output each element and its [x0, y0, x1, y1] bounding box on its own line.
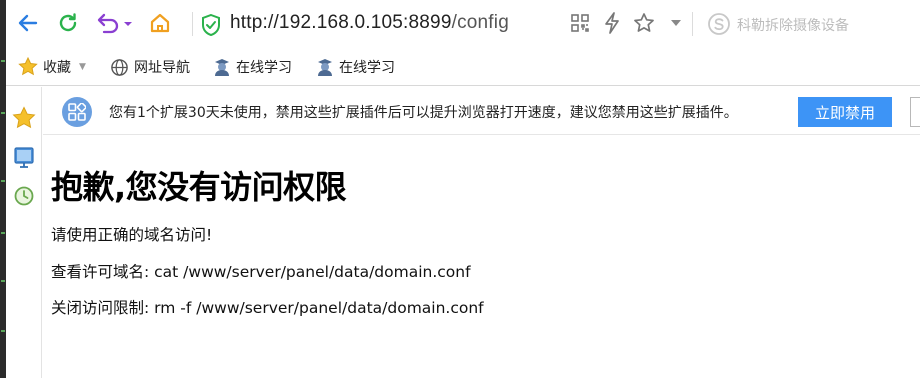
side-panel — [6, 87, 42, 378]
chevron-down-icon[interactable] — [662, 9, 690, 37]
reload-icon[interactable] — [54, 9, 82, 37]
bookmark-item[interactable]: 在线学习 — [213, 56, 292, 78]
undo-icon[interactable] — [94, 9, 134, 37]
page-title: 抱歉,您没有访问权限 — [51, 168, 347, 206]
qr-code-icon[interactable] — [566, 9, 594, 37]
url-text[interactable]: http://192.168.0.105:8899/config — [230, 12, 509, 34]
bookmark-label: 在线学习 — [339, 60, 395, 76]
favorites-menu[interactable]: 收藏 ▼ — [18, 56, 86, 78]
student-avatar-icon — [318, 59, 332, 76]
toolbar-divider — [692, 12, 693, 36]
history-clock-icon[interactable] — [11, 183, 37, 209]
lightning-icon[interactable] — [598, 9, 626, 37]
bookmark-item[interactable]: 网址导航 — [110, 56, 190, 78]
favorites-label: 收藏 — [43, 60, 71, 76]
search-input[interactable]: 科勒拆除摄像设备 — [701, 10, 920, 38]
bookmarks-bar: 收藏 ▼ 网址导航 在线学习 在线学习 — [6, 48, 920, 86]
message-line: 请使用正确的域名访问! — [51, 226, 213, 244]
toolbar-divider — [192, 12, 193, 36]
disable-extensions-button[interactable]: 立即禁用 — [798, 97, 892, 127]
search-placeholder: 科勒拆除摄像设备 — [737, 18, 849, 34]
star-icon — [18, 57, 38, 76]
message-line: 关闭访问限制: rm -f /www/server/panel/data/dom… — [51, 299, 484, 317]
bookmark-label: 网址导航 — [134, 60, 190, 76]
extensions-icon — [62, 97, 92, 127]
bookmark-item[interactable]: 在线学习 — [316, 56, 395, 78]
security-shield-icon[interactable] — [201, 13, 221, 40]
notice-message: 您有1个扩展30天未使用，禁用这些扩展插件后可以提升浏览器打开速度，建议您禁用这… — [109, 105, 738, 121]
student-avatar-icon — [215, 59, 229, 76]
back-arrow-icon[interactable] — [14, 9, 42, 37]
home-icon[interactable] — [146, 9, 174, 37]
url-path: /config — [451, 12, 509, 33]
bookmark-label: 在线学习 — [236, 60, 292, 76]
url-host: http://192.168.0.105:8899 — [230, 12, 452, 33]
chevron-down-icon: ▼ — [79, 62, 86, 72]
extension-notice-bar: 您有1个扩展30天未使用，禁用这些扩展插件后可以提升浏览器打开速度，建议您禁用这… — [43, 87, 920, 135]
message-line: 查看许可域名: cat /www/server/panel/data/domai… — [51, 263, 471, 281]
favorites-star-icon[interactable] — [11, 105, 37, 131]
secondary-notice-button[interactable] — [910, 97, 920, 127]
monitor-icon[interactable] — [11, 145, 37, 171]
star-icon[interactable] — [630, 9, 658, 37]
browser-toolbar: http://192.168.0.105:8899/config 科勒拆除摄像设… — [6, 0, 920, 48]
sogou-search-icon — [707, 12, 731, 40]
globe-icon — [111, 58, 128, 76]
